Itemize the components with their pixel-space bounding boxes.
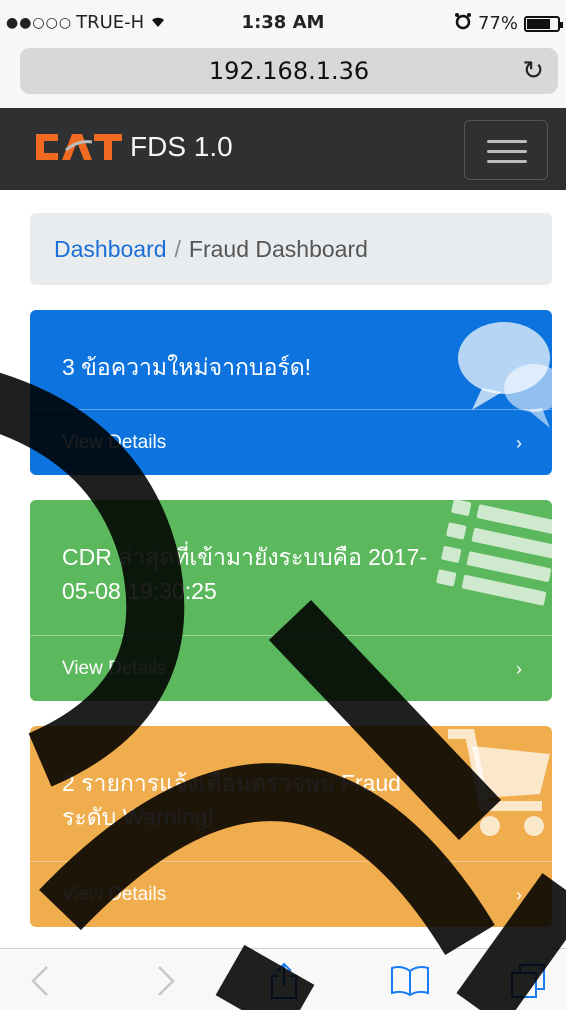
hamburger-line	[487, 150, 527, 153]
view-details-link[interactable]: View Details ›	[30, 409, 552, 475]
brand[interactable]: FDS 1.0	[32, 130, 233, 164]
breadcrumb-active: Fraud Dashboard	[188, 236, 368, 262]
view-details-label: View Details	[62, 884, 167, 905]
navbar-toggle-button[interactable]	[464, 120, 548, 180]
bookmarks-icon[interactable]	[390, 961, 430, 1001]
cdr-card: CDR ล่าสุดที่เข้ามายังระบบคือ 2017-05-08…	[30, 500, 552, 701]
share-icon[interactable]	[264, 961, 304, 1001]
browser-toolbar	[0, 948, 566, 1010]
url-text: 192.168.1.36	[208, 57, 370, 85]
address-bar[interactable]: 192.168.1.36 ↻	[20, 48, 558, 94]
view-details-label: View Details	[62, 658, 167, 679]
fraud-warning-card: 2 รายการแจ้งเตือนตรวจพบ Fraud ระดับ Warn…	[30, 726, 552, 927]
alarm-icon	[454, 12, 472, 35]
card-text: CDR ล่าสุดที่เข้ามายังระบบคือ 2017-05-08…	[62, 544, 427, 604]
reload-icon[interactable]: ↻	[522, 48, 544, 94]
status-right: 77%	[454, 12, 563, 35]
view-details-link[interactable]: View Details ›	[30, 635, 552, 701]
battery-percent: 77%	[477, 13, 518, 34]
browser-address-area: 192.168.1.36 ↻	[0, 42, 566, 108]
breadcrumb-separator: /	[174, 236, 181, 262]
battery-fill	[527, 18, 550, 29]
chevron-right-icon: ›	[516, 885, 522, 905]
battery-icon	[524, 15, 563, 32]
breadcrumb: Dashboard / Fraud Dashboard	[30, 213, 552, 285]
hamburger-icon	[487, 140, 527, 143]
hamburger-line	[487, 160, 527, 163]
back-icon[interactable]	[20, 961, 60, 1001]
cat-logo	[36, 134, 122, 160]
chevron-right-icon: ›	[516, 659, 522, 679]
tabs-icon[interactable]	[508, 961, 548, 1001]
view-details-label: View Details	[62, 432, 167, 453]
chevron-right-icon: ›	[516, 433, 522, 453]
brand-text: FDS 1.0	[130, 131, 233, 162]
breadcrumb-link-dashboard[interactable]: Dashboard	[54, 236, 167, 262]
forward-icon[interactable]	[146, 961, 186, 1001]
card-text: 2 รายการแจ้งเตือนตรวจพบ Fraud ระดับ Warn…	[62, 770, 401, 830]
card-text: 3 ข้อความใหม่จากบอร์ด!	[62, 354, 312, 380]
navbar: FDS 1.0	[0, 108, 566, 190]
messages-card: 3 ข้อความใหม่จากบอร์ด! View Details ›	[30, 310, 552, 475]
status-bar: ●●○○○ TRUE-H 1:38 AM 77%	[0, 0, 566, 42]
view-details-link[interactable]: View Details ›	[30, 861, 552, 927]
